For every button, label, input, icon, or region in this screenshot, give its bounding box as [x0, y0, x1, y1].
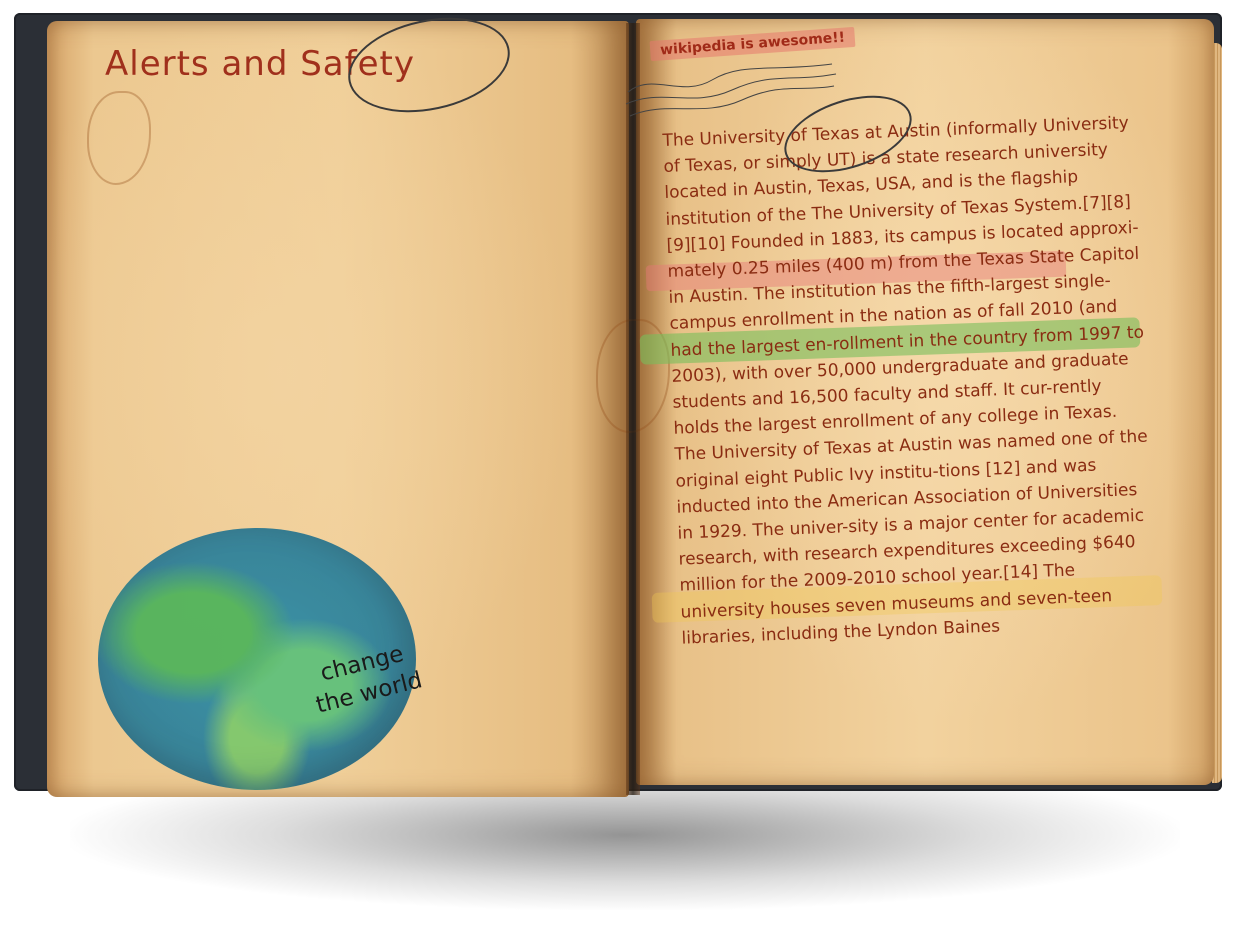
article-paragraph: The University of Texas at Austin (infor… — [662, 113, 1145, 440]
book-spine — [626, 23, 640, 795]
article-text: The University of Texas at Austin (infor… — [662, 110, 1162, 652]
scribble-doodle — [625, 63, 837, 117]
article-paragraph: The University of Texas at Austin was na… — [674, 427, 1149, 649]
coffee-stain — [87, 91, 151, 185]
